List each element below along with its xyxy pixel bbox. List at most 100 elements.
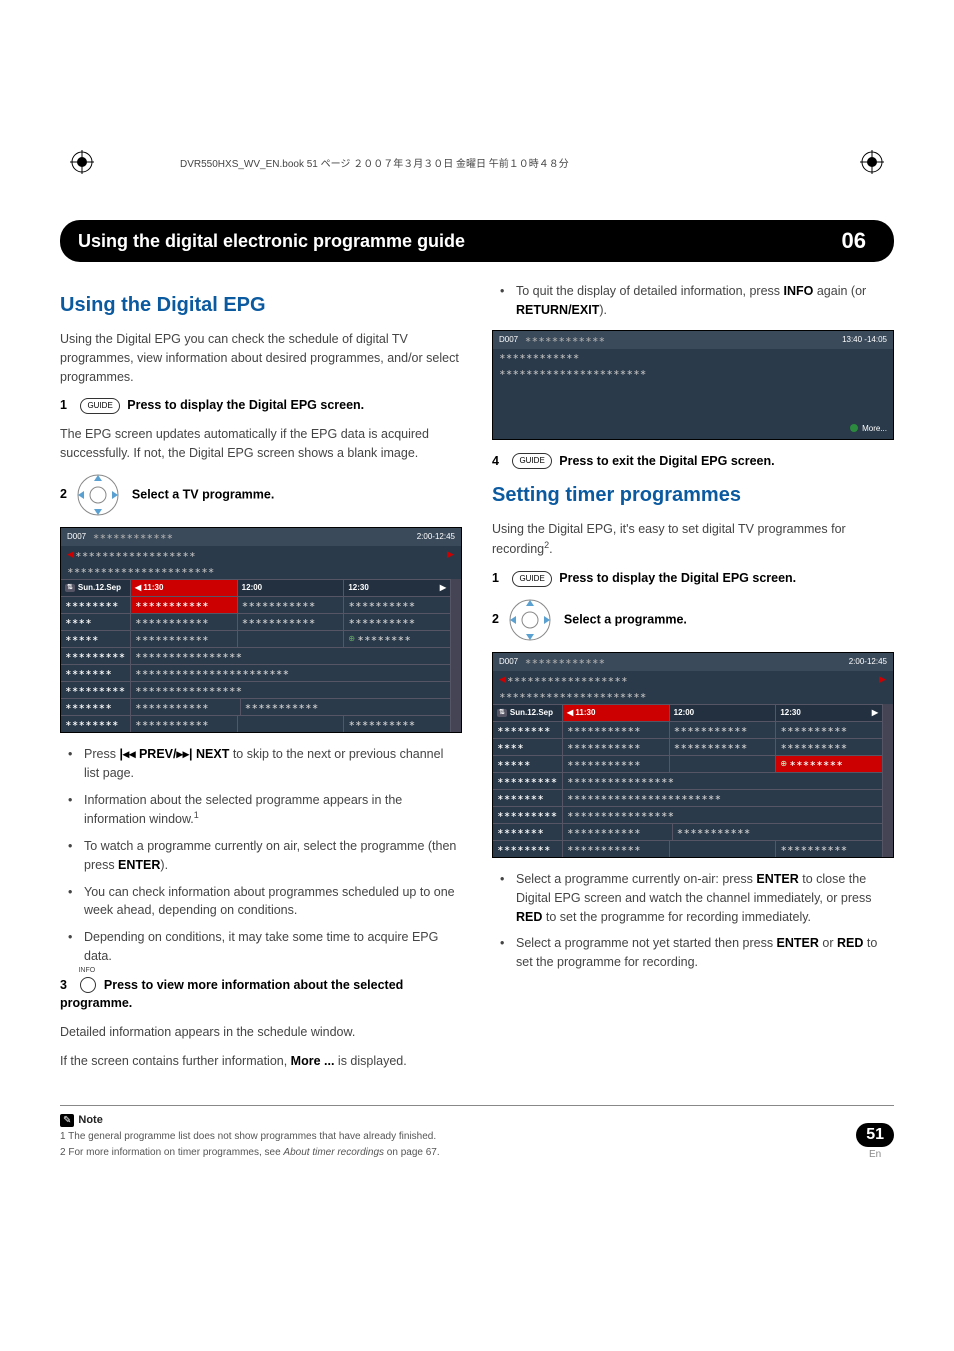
- crop-mark-icon: [70, 150, 94, 179]
- text: Information about the selected programme…: [84, 793, 402, 827]
- step-2: 2 Select a TV programme.: [60, 473, 462, 517]
- epg-time: 12:00: [238, 580, 345, 596]
- list-item: Press |◂◂ PREV/▸▸| NEXT to skip to the n…: [74, 745, 462, 783]
- text: Select a programme not yet started then …: [516, 936, 777, 950]
- epg-channel-code: D007: [499, 657, 518, 666]
- text: Press: [84, 747, 119, 761]
- updown-icon: ⇅: [65, 584, 75, 592]
- epg-time-range: 2:00-12:45: [417, 531, 455, 543]
- more-text: More...: [862, 424, 887, 433]
- text: Select a programme currently on-air: pre…: [516, 872, 756, 886]
- step-3: 3 INFO Press to view more information ab…: [60, 976, 462, 1014]
- text: ENTER: [118, 858, 160, 872]
- epg-time: 12:30: [780, 708, 800, 717]
- updown-icon: ⇅: [497, 709, 507, 717]
- step-1-body: The EPG screen updates automatically if …: [60, 425, 462, 463]
- info-time: 13:40 -14:05: [842, 334, 887, 346]
- text: About timer recordings: [283, 1147, 384, 1158]
- step-number: 1: [492, 571, 499, 585]
- text: More ...: [291, 1054, 335, 1068]
- chapter-title: Using the digital electronic programme g…: [78, 231, 465, 252]
- text: 2 For more information on timer programm…: [60, 1147, 283, 1158]
- epg-screen: D007 ∗∗∗∗∗∗∗∗∗∗∗∗ 2:00-12:45 ◀∗∗∗∗∗∗∗∗∗∗…: [60, 527, 462, 734]
- left-arrow-icon: ◀: [499, 673, 507, 687]
- text: RETURN/EXIT: [516, 303, 599, 317]
- epg-time: 12:00: [670, 705, 777, 721]
- epg-date: Sun.12.Sep: [510, 707, 553, 719]
- info-label: INFO: [78, 966, 95, 977]
- book-header: DVR550HXS_WV_EN.book 51 ページ ２００７年３月３０日 金…: [180, 155, 569, 170]
- text: or: [819, 936, 837, 950]
- text: INFO: [784, 284, 814, 298]
- list-item: Information about the selected programme…: [74, 791, 462, 830]
- step-3-body2: If the screen contains further informati…: [60, 1052, 462, 1071]
- text: .: [549, 542, 552, 556]
- epg-screen: D007 ∗∗∗∗∗∗∗∗∗∗∗∗ 2:00-12:45 ◀∗∗∗∗∗∗∗∗∗∗…: [492, 652, 894, 859]
- step-number: 2: [60, 487, 67, 501]
- info-channel-code: D007: [499, 335, 518, 344]
- step-3-body: Detailed information appears in the sche…: [60, 1023, 462, 1042]
- text: RED: [837, 936, 863, 950]
- right-column: To quit the display of detailed informat…: [492, 282, 894, 1081]
- footnote-2: 2 For more information on timer programm…: [60, 1146, 894, 1160]
- text: again (or: [813, 284, 866, 298]
- epg-time: 12:30: [348, 583, 368, 592]
- step-number: 4: [492, 454, 499, 468]
- info-button-icon: [80, 977, 96, 993]
- step-1: 1 GUIDE Press to display the Digital EPG…: [60, 396, 462, 415]
- text: PREV/: [135, 747, 176, 761]
- info-screen: D007 ∗∗∗∗∗∗∗∗∗∗∗∗ 13:40 -14:05 ∗∗∗∗∗∗∗∗∗…: [492, 330, 894, 440]
- list-item: Depending on conditions, it may take som…: [74, 928, 462, 966]
- guide-button-icon: GUIDE: [512, 571, 551, 587]
- step-2b: 2 Select a programme.: [492, 598, 894, 642]
- footnotes: ✎ Note 1 The general programme list does …: [60, 1105, 894, 1160]
- epg-time-range: 2:00-12:45: [849, 656, 887, 668]
- epg-channel-code: D007: [67, 532, 86, 541]
- step-4: 4 GUIDE Press to exit the Digital EPG sc…: [492, 452, 894, 471]
- scrollbar: [883, 704, 893, 857]
- text: If the screen contains further informati…: [60, 1054, 291, 1068]
- step-number: 1: [60, 398, 67, 412]
- left-arrow-icon: ◀: [567, 708, 573, 717]
- step-text: Press to display the Digital EPG screen.: [559, 571, 796, 585]
- text: is displayed.: [334, 1054, 406, 1068]
- step-text: Press to view more information about the…: [60, 978, 403, 1011]
- crop-mark-icon: [860, 150, 884, 179]
- more-indicator: More...: [850, 423, 887, 435]
- left-column: Using the Digital EPG Using the Digital …: [60, 282, 462, 1081]
- left-arrow-icon: ◀: [135, 583, 141, 592]
- note-icon: ✎: [60, 1114, 74, 1127]
- step-text: Press to exit the Digital EPG screen.: [559, 454, 774, 468]
- right-arrow-icon: ▶: [440, 582, 446, 594]
- intro-text: Using the Digital EPG, it's easy to set …: [492, 520, 894, 559]
- step-1b: 1 GUIDE Press to display the Digital EPG…: [492, 569, 894, 588]
- epg-date: Sun.12.Sep: [78, 582, 121, 594]
- guide-button-icon: GUIDE: [512, 453, 551, 469]
- step-text: Press to display the Digital EPG screen.: [127, 398, 364, 412]
- page-number-value: 51: [856, 1123, 894, 1147]
- text: to set the programme for recording immed…: [542, 910, 811, 924]
- guide-button-icon: GUIDE: [80, 398, 119, 414]
- right-arrow-icon: ▶: [872, 707, 878, 719]
- footnote-1: 1 The general programme list does not sh…: [60, 1130, 894, 1144]
- step-number: 3: [60, 978, 67, 992]
- chapter-bar: Using the digital electronic programme g…: [60, 220, 894, 262]
- left-arrow-icon: ◀: [67, 548, 75, 562]
- text: NEXT: [193, 747, 230, 761]
- step-number: 2: [492, 612, 499, 626]
- list-item: To watch a programme currently on air, s…: [74, 837, 462, 875]
- epg-time: 11:30: [575, 708, 595, 717]
- text: To quit the display of detailed informat…: [516, 284, 784, 298]
- text: ).: [599, 303, 607, 317]
- scrollbar: [451, 579, 461, 732]
- green-dot-icon: [850, 424, 858, 432]
- text: ).: [160, 858, 168, 872]
- step-text: Select a programme.: [564, 612, 687, 626]
- page-lang: En: [856, 1149, 894, 1160]
- text: on page 67.: [384, 1147, 440, 1158]
- page-number: 51 En: [856, 1123, 894, 1160]
- text: RED: [516, 910, 542, 924]
- section-heading-timer: Setting timer programmes: [492, 480, 894, 510]
- note-title: Note: [78, 1114, 102, 1126]
- chapter-number: 06: [832, 226, 876, 256]
